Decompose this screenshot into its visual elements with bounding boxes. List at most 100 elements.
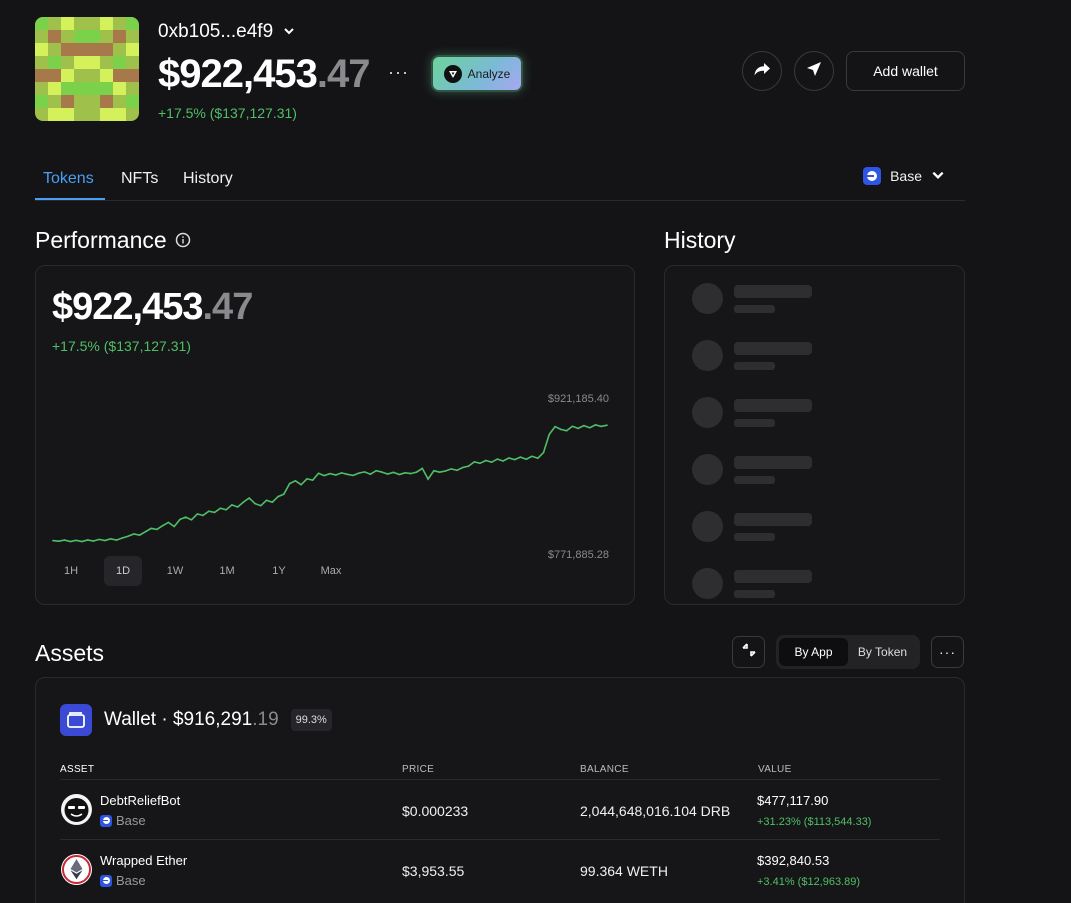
add-wallet-button[interactable]: Add wallet — [846, 51, 965, 91]
performance-data-point — [92, 540, 95, 542]
network-label: Base — [890, 168, 922, 184]
ethereum-icon — [61, 854, 92, 885]
column-header-asset: ASSET — [60, 764, 95, 775]
column-header-balance: BALANCE — [580, 764, 629, 775]
performance-data-point — [363, 471, 366, 473]
wallet-group-value: Wallet · $916,291 — [104, 709, 253, 730]
performance-data-point — [260, 504, 262, 507]
token-network: Base — [100, 873, 146, 888]
performance-data-point — [369, 473, 372, 475]
table-row[interactable]: DebtReliefBot Base $0.000233 2,044,648,0… — [60, 779, 940, 839]
performance-data-point — [577, 427, 579, 430]
performance-data-point — [519, 456, 522, 458]
tab-nfts[interactable]: NFTs — [121, 170, 158, 188]
skeleton-avatar — [692, 454, 723, 485]
performance-data-point — [69, 540, 72, 543]
table-row[interactable]: Wrapped Ether Base $3,953.55 99.364 WETH… — [60, 839, 940, 899]
wallet-selector[interactable]: 0xb105...e4f9 — [158, 21, 295, 43]
skeleton-line — [734, 570, 812, 583]
send-icon — [805, 60, 823, 83]
send-button[interactable] — [794, 51, 834, 91]
range-button-max[interactable]: Max — [312, 556, 350, 586]
performance-data-point — [179, 518, 181, 521]
skeleton-line — [734, 342, 812, 355]
performance-data-point — [473, 461, 476, 463]
range-button-1w[interactable]: 1W — [156, 556, 194, 586]
balance-change: +17.5% ($137,127.31) — [158, 105, 297, 121]
skeleton-line — [734, 285, 812, 298]
network-selector[interactable]: Base — [863, 167, 945, 185]
tab-bar: Tokens NFTs History Base — [35, 160, 965, 201]
performance-data-point — [184, 516, 187, 518]
performance-data-point — [479, 462, 481, 465]
performance-data-point — [340, 472, 343, 474]
skeleton-avatar — [692, 568, 723, 599]
skeleton-avatar — [692, 340, 723, 371]
performance-data-point — [277, 495, 279, 498]
skeleton-avatar — [692, 283, 723, 314]
performance-data-point — [202, 514, 204, 517]
info-icon[interactable] — [175, 227, 191, 254]
token-network: Base — [100, 813, 146, 828]
performance-data-point — [346, 473, 349, 476]
skeleton-line — [734, 362, 775, 370]
performance-data-point — [427, 478, 429, 480]
performance-chart[interactable]: $921,185.40 $771,885.28 — [36, 266, 636, 606]
view-toggle: By App By Token — [776, 635, 920, 669]
token-value-change: +31.23% ($113,544.33) — [757, 816, 872, 828]
performance-data-point — [525, 458, 527, 460]
performance-data-point — [265, 499, 268, 502]
more-options-button[interactable]: ··· — [388, 62, 409, 83]
toggle-by-token[interactable]: By Token — [848, 638, 917, 666]
assets-card: Wallet · $916,291.19 99.3% ASSET PRICE B… — [35, 677, 965, 903]
toggle-by-app[interactable]: By App — [779, 638, 848, 666]
performance-data-point — [583, 424, 585, 427]
base-network-icon — [100, 814, 112, 827]
wallet-icon — [60, 704, 92, 736]
column-header-value: VALUE — [758, 764, 792, 775]
performance-data-point — [600, 425, 602, 428]
performance-data-point — [104, 539, 106, 542]
performance-data-point — [386, 473, 389, 475]
share-button[interactable] — [742, 51, 782, 91]
performance-data-point — [98, 538, 100, 541]
performance-data-point — [358, 472, 360, 474]
performance-data-point — [248, 497, 250, 499]
range-button-1y[interactable]: 1Y — [260, 556, 298, 586]
performance-data-point — [352, 474, 354, 477]
performance-data-point — [421, 467, 424, 470]
performance-data-point — [404, 472, 406, 474]
wallet-group-title: Wallet · $916,291.19 — [104, 709, 279, 731]
performance-data-point — [121, 537, 124, 539]
tab-history[interactable]: History — [183, 170, 233, 188]
performance-data-point — [560, 428, 562, 431]
chart-high-label: $921,185.40 — [548, 393, 609, 405]
performance-data-point — [133, 533, 135, 535]
tab-tokens[interactable]: Tokens — [43, 170, 94, 188]
performance-data-point — [167, 521, 170, 524]
performance-data-point — [242, 501, 245, 503]
column-header-price: PRICE — [402, 764, 435, 775]
performance-title-text: Performance — [35, 227, 167, 253]
share-icon — [753, 60, 771, 83]
performance-data-point — [58, 540, 60, 542]
performance-data-point — [317, 472, 320, 475]
wallet-group-header[interactable]: Wallet · $916,291.19 99.3% — [60, 704, 332, 736]
range-button-1d[interactable]: 1D — [104, 556, 142, 586]
skeleton-avatar — [692, 511, 723, 542]
performance-data-point — [542, 451, 545, 454]
analyze-logo-icon — [443, 64, 462, 83]
performance-data-point — [300, 483, 302, 486]
performance-data-point — [127, 535, 129, 538]
analyze-button[interactable]: Analyze — [431, 55, 523, 92]
skeleton-line — [734, 419, 775, 427]
performance-data-point — [467, 465, 470, 467]
range-button-1h[interactable]: 1H — [52, 556, 90, 586]
performance-data-point — [537, 457, 539, 459]
performance-data-point — [588, 426, 591, 429]
assets-more-button[interactable]: ··· — [931, 636, 964, 668]
range-button-1m[interactable]: 1M — [208, 556, 246, 586]
collapse-button[interactable] — [732, 636, 765, 668]
performance-data-point — [173, 525, 175, 528]
performance-data-point — [531, 455, 533, 458]
